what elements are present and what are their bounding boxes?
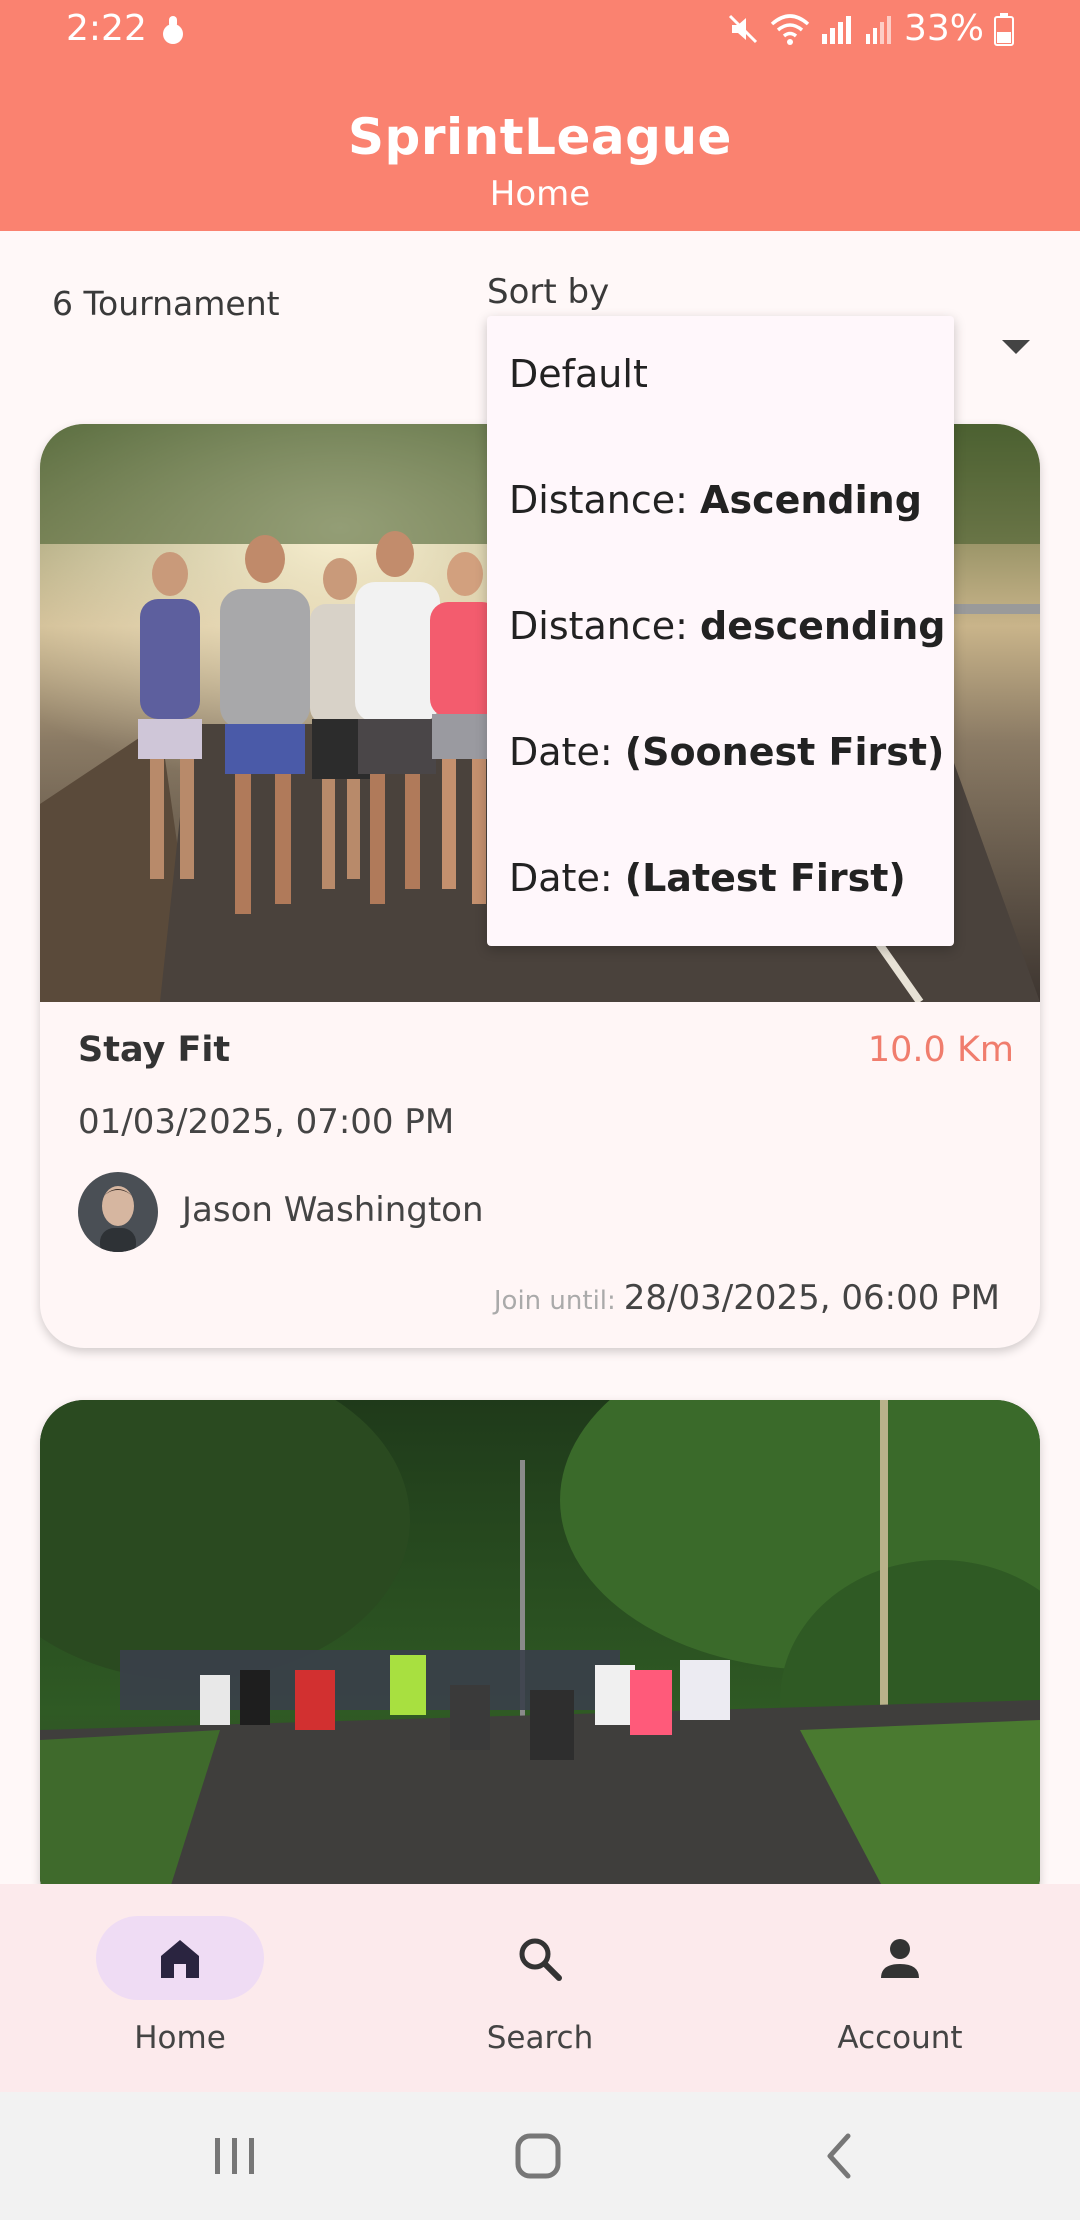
home-icon <box>161 1940 199 1978</box>
sort-option-value: (Latest First) <box>624 856 906 900</box>
sort-dropdown-arrow-icon[interactable] <box>1002 340 1030 354</box>
tournament-card[interactable] <box>40 1400 1040 1920</box>
sort-option-label: Distance: <box>509 478 701 522</box>
nav-item-home[interactable]: Home <box>0 1884 360 2092</box>
organizer-name: Jason Washington <box>182 1190 484 1230</box>
sort-option-value: (Soonest First) <box>624 730 945 774</box>
wifi-icon <box>770 13 810 45</box>
system-navigation-bar <box>0 2092 1080 2220</box>
recent-apps-icon[interactable] <box>205 2128 265 2184</box>
join-until-label: Join until: <box>493 1286 616 1316</box>
notification-icon <box>163 16 183 44</box>
search-icon <box>519 1938 562 1981</box>
tournament-distance: 10.0 Km <box>867 1030 1014 1070</box>
tournament-title: Stay Fit <box>78 1030 231 1070</box>
sort-option-date-latest[interactable]: Date: (Latest First) <box>509 856 906 900</box>
sort-option-date-soonest[interactable]: Date: (Soonest First) <box>509 730 944 774</box>
sort-option-label: Distance: <box>509 604 701 648</box>
signal-2-icon <box>865 15 891 44</box>
battery-icon <box>994 12 1014 46</box>
sort-option-value: descending <box>700 604 946 648</box>
page-title: Home <box>489 174 591 214</box>
organizer-avatar <box>78 1172 158 1252</box>
mute-icon <box>728 14 758 43</box>
tournament-date: 01/03/2025, 07:00 PM <box>78 1102 455 1142</box>
sort-option-label: Date: <box>509 730 625 774</box>
sort-option-distance-ascending[interactable]: Distance: Ascending <box>509 478 922 522</box>
status-icons: 33% <box>726 8 1014 49</box>
nav-label: Home <box>134 2020 226 2056</box>
battery-percent: 33% <box>903 8 984 49</box>
bottom-navigation: Home Search Account <box>0 1884 1080 2092</box>
nav-label: Search <box>486 2020 594 2056</box>
tournament-photo <box>40 1400 1040 1920</box>
sort-option-label: Date: <box>509 856 625 900</box>
join-until-date: 28/03/2025, 06:00 PM <box>623 1278 1000 1318</box>
home-button-icon[interactable] <box>508 2128 568 2184</box>
sort-option-value: Ascending <box>700 478 922 522</box>
join-deadline: Join until: 28/03/2025, 06:00 PM <box>494 1278 1000 1318</box>
nav-item-account[interactable]: Account <box>720 1884 1080 2092</box>
back-icon[interactable] <box>810 2128 870 2184</box>
sort-option-default[interactable]: Default <box>509 352 648 396</box>
signal-icon <box>821 15 851 44</box>
sort-option-distance-descending[interactable]: Distance: descending <box>509 604 945 648</box>
nav-label: Account <box>837 2020 963 2056</box>
sort-option-label: Default <box>509 352 648 396</box>
tournament-count: 6 Tournament <box>52 284 280 323</box>
app-title: SprintLeague <box>348 108 732 166</box>
status-bar: 2:22 33% <box>0 0 1080 64</box>
app-bar: 2:22 33% SprintLeague Home <box>0 0 1080 231</box>
sort-menu: Default Distance: Ascending Distance: de… <box>487 316 954 946</box>
sort-by-label: Sort by <box>487 272 610 312</box>
person-icon <box>881 1939 919 1978</box>
status-time: 2:22 <box>66 8 147 49</box>
nav-item-search[interactable]: Search <box>360 1884 720 2092</box>
